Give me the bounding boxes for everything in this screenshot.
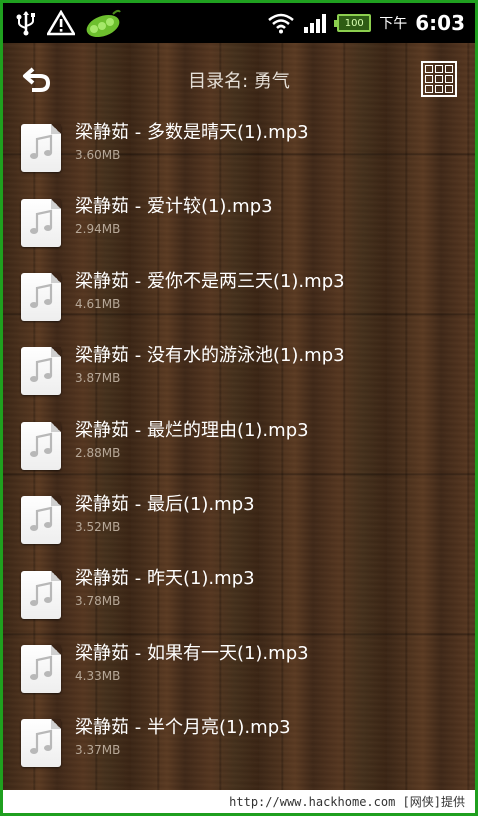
system-status: 100 下午 6:03 (267, 11, 475, 35)
file-name: 梁静茹 - 爱你不是两三天(1).mp3 (75, 270, 345, 292)
status-bar: 100 下午 6:03 (3, 3, 475, 43)
file-size: 2.94MB (75, 222, 121, 237)
music-file-icon (21, 719, 61, 768)
music-file-icon (21, 570, 61, 619)
grid-view-icon (425, 65, 433, 73)
list-item[interactable]: 梁静茹 - 半个月亮(1).mp3 3.37MB (3, 706, 475, 780)
warning-icon (47, 10, 75, 36)
file-name: 梁静茹 - 爱计较(1).mp3 (75, 196, 273, 218)
pea-app-icon (85, 8, 121, 38)
file-size: 3.37MB (75, 743, 121, 758)
file-list: 梁静茹 - 多数是晴天(1).mp3 3.60MB 梁静茹 - 爱计较(1).m… (3, 111, 475, 781)
list-item[interactable]: 梁静茹 - 最后(1).mp3 3.52MB (3, 483, 475, 557)
list-item[interactable]: 梁静茹 - 多数是晴天(1).mp3 3.60MB (3, 111, 475, 185)
phone-screen: 100 下午 6:03 目录名: 勇气 梁静茹 - 多数是晴天(1).mp3 3… (3, 3, 475, 790)
file-name: 梁静茹 - 没有水的游泳池(1).mp3 (75, 345, 345, 367)
music-file-icon (21, 421, 61, 470)
list-item[interactable]: 梁静茹 - 爱计较(1).mp3 2.94MB (3, 185, 475, 259)
list-item[interactable]: 梁静茹 - 如果有一天(1).mp3 4.33MB (3, 632, 475, 706)
file-size: 3.52MB (75, 519, 121, 534)
file-browser: 目录名: 勇气 梁静茹 - 多数是晴天(1).mp3 3.60MB 梁静茹 - … (3, 43, 475, 790)
file-name: 梁静茹 - 最后(1).mp3 (75, 493, 255, 515)
notification-icons (3, 8, 121, 38)
watermark: http://www.hackhome.com [网侠]提供 (3, 790, 475, 813)
music-file-icon (21, 347, 61, 396)
list-item[interactable]: 梁静茹 - 昨天(1).mp3 3.78MB (3, 557, 475, 631)
title-bar: 目录名: 勇气 (3, 43, 475, 113)
file-name: 梁静茹 - 多数是晴天(1).mp3 (75, 122, 309, 143)
music-file-icon (21, 272, 61, 321)
file-size: 3.87MB (75, 371, 121, 386)
music-file-icon (21, 124, 61, 173)
file-size: 3.78MB (75, 594, 121, 609)
file-name: 梁静茹 - 半个月亮(1).mp3 (75, 717, 291, 739)
file-name: 梁静茹 - 最烂的理由(1).mp3 (75, 419, 309, 441)
file-size: 4.33MB (75, 668, 121, 683)
wifi-icon (267, 12, 295, 34)
page-title: 目录名: 勇气 (188, 71, 290, 92)
file-size: 4.61MB (75, 296, 121, 311)
usb-icon (15, 10, 37, 36)
file-name: 梁静茹 - 如果有一天(1).mp3 (75, 642, 309, 664)
file-size: 3.60MB (75, 148, 121, 162)
file-name: 梁静茹 - 昨天(1).mp3 (75, 568, 255, 590)
file-size: 2.88MB (75, 445, 121, 460)
battery-level: 100 (344, 17, 364, 29)
battery-icon: 100 (334, 14, 372, 32)
music-file-icon (21, 198, 61, 247)
music-file-icon (21, 644, 61, 693)
music-file-icon (21, 496, 61, 545)
signal-icon (303, 12, 329, 34)
list-item[interactable]: 梁静茹 - 爱你不是两三天(1).mp3 4.61MB (3, 260, 475, 334)
status-ampm: 下午 (379, 16, 408, 32)
grid-view-button[interactable] (421, 61, 457, 97)
list-item[interactable]: 梁静茹 - 没有水的游泳池(1).mp3 3.87MB (3, 334, 475, 408)
status-time: 6:03 (415, 11, 465, 35)
list-item[interactable]: 梁静茹 - 最烂的理由(1).mp3 2.88MB (3, 409, 475, 483)
